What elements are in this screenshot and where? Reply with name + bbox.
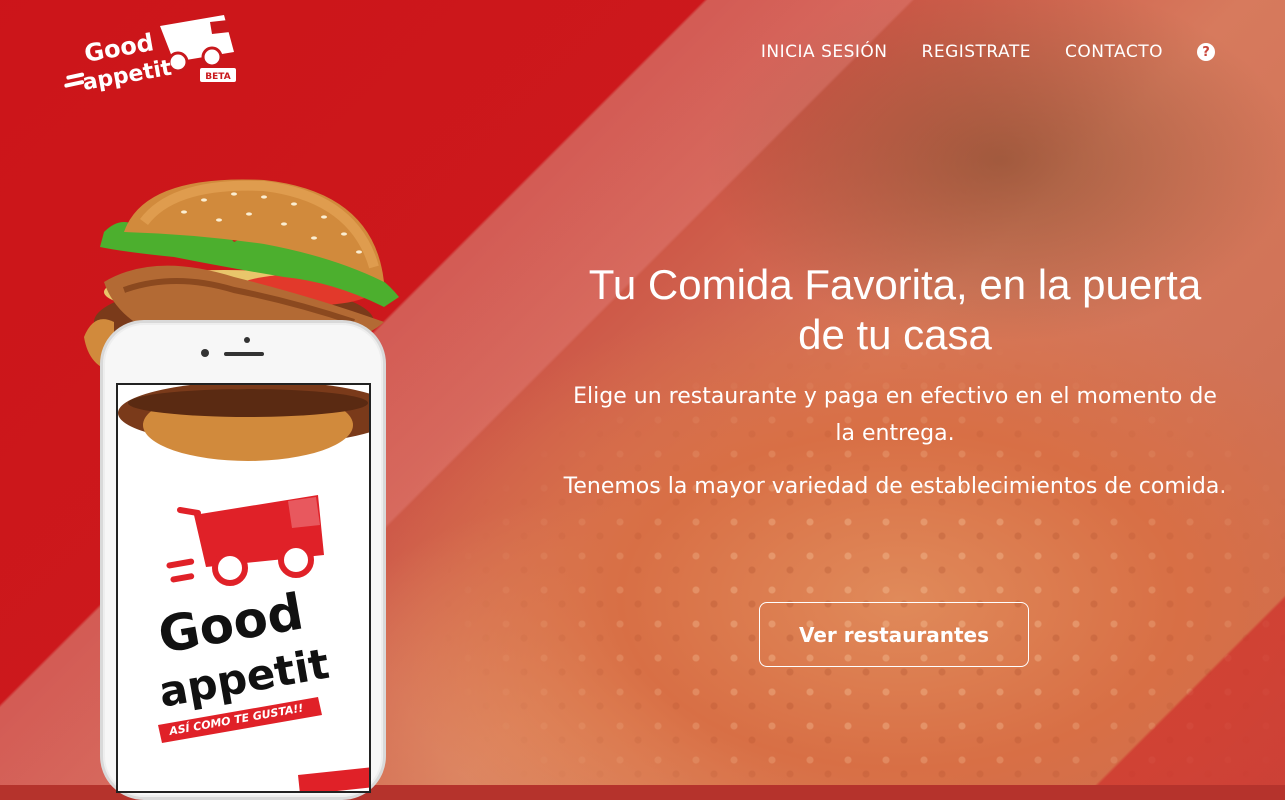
truck-logo-icon [166,495,324,586]
nav-login-link[interactable]: INICIA SESIÓN [761,42,888,62]
phone-sensor [244,337,250,343]
hero-paragraph-variety: Tenemos la mayor variedad de establecimi… [563,474,1227,499]
good-appetit-logo[interactable]: Good appetit BETA [62,12,242,98]
top-navigation: INICIA SESIÓN REGISTRATE CONTACTO ? [761,42,1215,62]
beta-badge-text: BETA [205,72,230,82]
phone-speaker [224,352,264,356]
hero-title: Tu Comida Favorita, en la puerta de tu c… [588,261,1202,358]
question-circle-icon[interactable]: ? [1197,43,1215,61]
nav-contact-link[interactable]: CONTACTO [1065,42,1163,62]
hero-section: Tu Comida Favorita, en la puerta de tu c… [560,260,1230,505]
view-restaurants-button[interactable]: Ver restaurantes [759,602,1029,667]
phone-screen: Good appetit ASÍ COMO TE GUSTA!! [116,383,371,793]
nav-register-link[interactable]: REGISTRATE [922,42,1031,62]
phone-screen-content: Good appetit ASÍ COMO TE GUSTA!! [118,385,369,791]
phone-camera [201,349,209,357]
hero-paragraph-payment: Elige un restaurante y paga en efectivo … [573,384,1217,446]
